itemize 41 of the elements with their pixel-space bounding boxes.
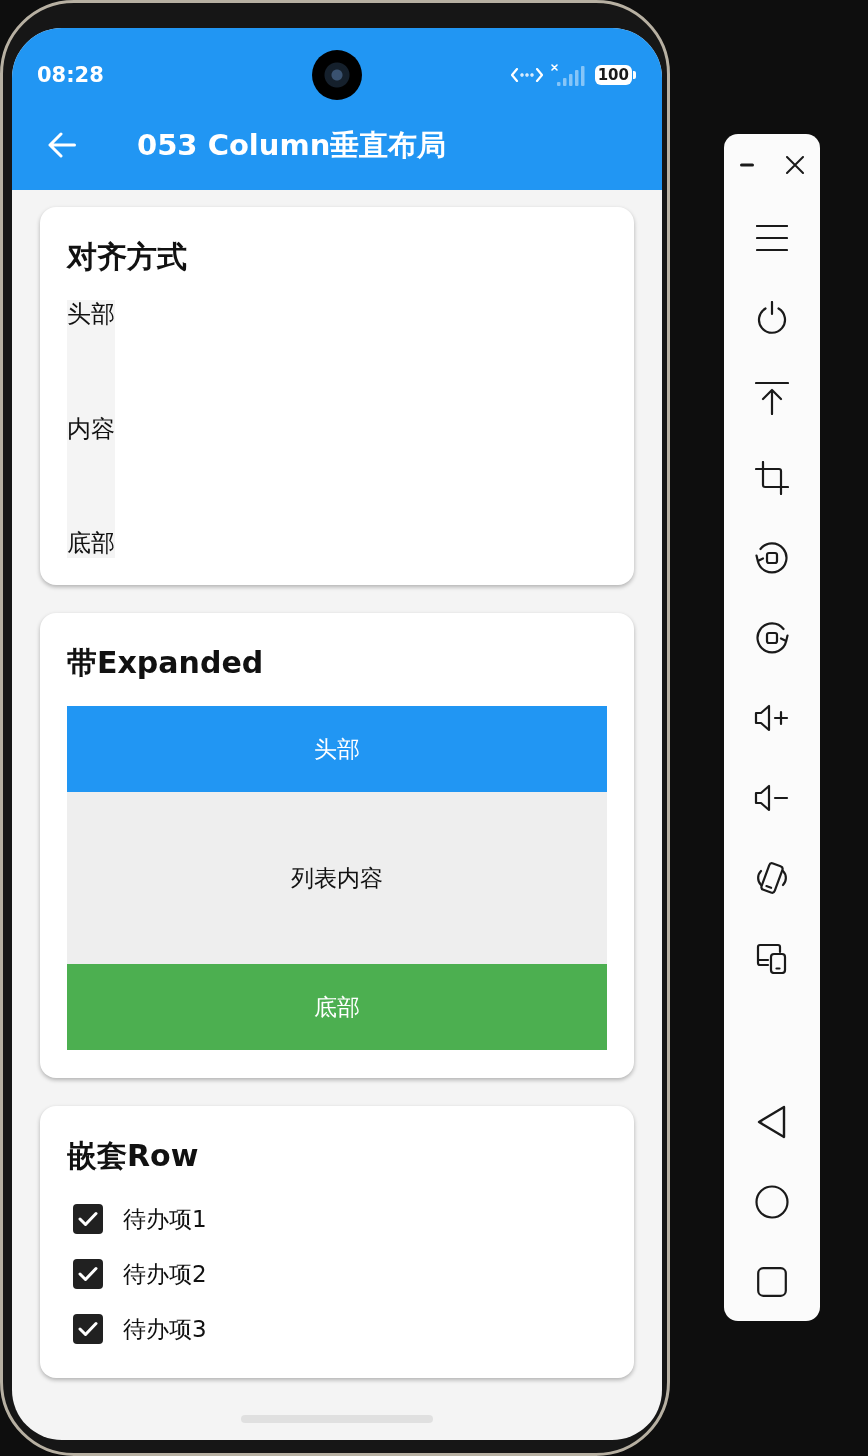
home-circle-icon [755, 1185, 789, 1219]
status-time: 08:28 [37, 62, 104, 88]
volume-up-icon [754, 703, 790, 733]
header-block: 头部 [67, 706, 607, 792]
column-item: 内容 [67, 414, 115, 444]
back-button[interactable] [48, 132, 76, 158]
devices-icon [756, 942, 788, 974]
rotate-phone-icon [755, 860, 789, 896]
rotate-right-icon [755, 621, 789, 655]
check-icon [78, 1210, 98, 1227]
close-icon [786, 156, 804, 174]
section-title: 对齐方式 [67, 240, 187, 274]
crop-icon [755, 461, 789, 495]
close-button[interactable] [783, 153, 807, 177]
menu-icon [756, 225, 788, 251]
checkbox[interactable] [73, 1313, 103, 1344]
todo-label: 待办项3 [123, 1314, 207, 1343]
signal-icon [550, 64, 587, 86]
check-icon [78, 1265, 98, 1282]
power-icon [756, 301, 788, 335]
volume-down-icon [754, 783, 790, 813]
back-triangle-icon [757, 1105, 787, 1139]
square-icon [757, 1267, 787, 1297]
section-title: 嵌套Row [67, 1139, 199, 1173]
todo-label: 待办项1 [123, 1204, 207, 1233]
column-item: 头部 [67, 300, 115, 329]
rotate-left-icon [755, 541, 789, 575]
checkbox[interactable] [73, 1203, 103, 1234]
back-arrow-icon [48, 132, 76, 158]
app-bar-title: 053 Column垂直布局 [137, 127, 447, 163]
section-title: 带Expanded [67, 646, 264, 680]
camera-icon [311, 50, 362, 100]
checkbox[interactable] [73, 1258, 103, 1289]
data-transfer-icon [510, 68, 543, 82]
todo-label: 待办项2 [123, 1259, 207, 1288]
check-icon [78, 1320, 98, 1337]
footer-block: 底部 [67, 964, 607, 1050]
minimize-icon [740, 163, 754, 167]
column-item: 底部 [67, 529, 115, 558]
list-content-area: 列表内容 [67, 792, 607, 964]
arrow-to-top-icon [755, 381, 789, 415]
